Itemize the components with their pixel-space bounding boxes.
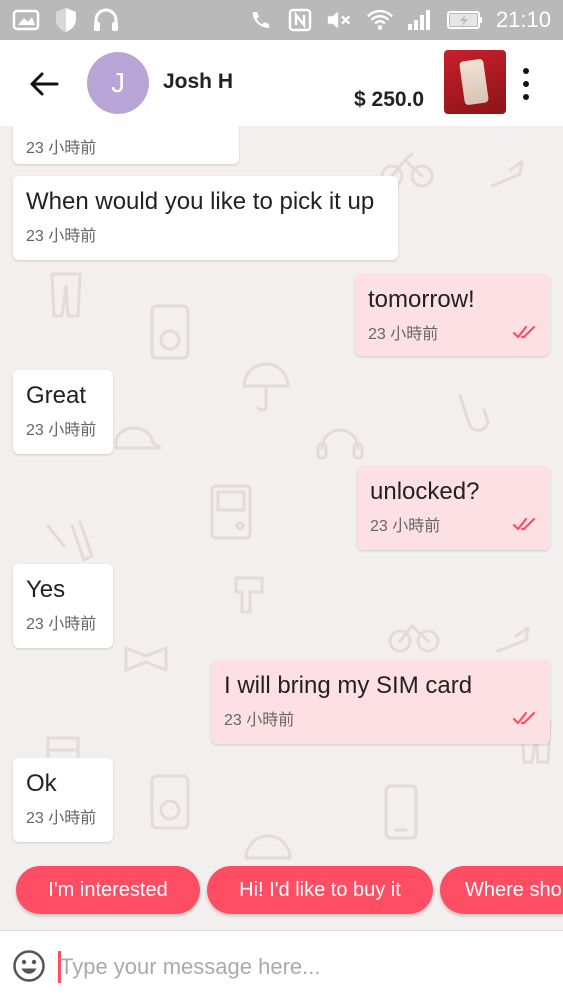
double-check-icon	[512, 517, 536, 531]
message-text: tomorrow!	[368, 286, 475, 313]
message-time: 23 小時前	[26, 228, 97, 245]
message-time: 23 小時前	[26, 616, 97, 633]
message-text: I will bring my SIM card	[224, 672, 473, 699]
wifi-icon	[366, 6, 394, 34]
status-right-icons: 21:10	[246, 6, 551, 34]
emoji-button[interactable]	[12, 949, 46, 983]
message-text: unlocked?	[370, 478, 480, 505]
message-text: Yes	[26, 576, 66, 603]
message-text: Ok	[26, 770, 57, 797]
quick-reply-chip[interactable]: Hi! I'd like to buy it	[207, 866, 433, 914]
message-incoming[interactable]: Ok 23 小時前	[13, 758, 113, 842]
item-price: $ 250.0	[354, 88, 425, 111]
contact-name[interactable]: Josh H	[163, 70, 233, 94]
message-outgoing[interactable]: tomorrow! 23 小時前	[355, 274, 550, 356]
message-text: Great	[26, 382, 87, 409]
quick-reply-chip[interactable]: I'm interested	[16, 866, 200, 914]
double-check-icon	[512, 711, 536, 725]
message-input[interactable]	[60, 947, 540, 987]
message-time: 23 小時前	[224, 712, 295, 729]
status-bar: 21:10	[0, 0, 563, 40]
status-time: 21:10	[495, 7, 551, 32]
signal-icon	[406, 6, 434, 34]
shield-icon	[52, 6, 80, 34]
message-incoming[interactable]: 23 小時前	[13, 126, 239, 164]
product-thumbnail[interactable]	[444, 50, 506, 114]
message-time: 23 小時前	[368, 326, 439, 343]
message-time: 23 小時前	[26, 140, 97, 157]
nfc-icon	[286, 6, 314, 34]
message-incoming[interactable]: Yes 23 小時前	[13, 564, 113, 648]
back-arrow-icon	[30, 72, 59, 96]
battery-icon	[446, 6, 484, 34]
message-text: When would you like to pick it up	[26, 188, 375, 215]
chat-header: J Josh H $ 250.0	[0, 40, 563, 126]
more-vert-icon	[523, 67, 529, 74]
avatar-letter: J	[111, 67, 125, 98]
mute-icon	[326, 6, 354, 34]
message-input-bar	[0, 930, 563, 1000]
headphones-icon	[92, 6, 120, 34]
chat-area[interactable]: 23 小時前 When would you like to pick it up…	[0, 126, 563, 926]
message-outgoing[interactable]: unlocked? 23 小時前	[357, 466, 550, 550]
message-time: 23 小時前	[370, 518, 441, 535]
back-button[interactable]	[24, 66, 64, 102]
phone-call-icon	[246, 6, 274, 34]
message-incoming[interactable]: Great 23 小時前	[13, 370, 113, 454]
emoji-icon	[13, 950, 45, 982]
avatar[interactable]: J	[87, 52, 149, 114]
message-incoming[interactable]: When would you like to pick it up 23 小時前	[13, 176, 398, 260]
status-left-icons	[12, 6, 120, 34]
more-options-button[interactable]	[514, 64, 538, 104]
message-outgoing[interactable]: I will bring my SIM card 23 小時前	[211, 660, 550, 744]
message-time: 23 小時前	[26, 422, 97, 439]
message-time: 23 小時前	[26, 810, 97, 827]
gallery-icon	[12, 6, 40, 34]
quick-replies: I'm interested Hi! I'd like to buy it Wh…	[0, 866, 563, 916]
quick-reply-chip[interactable]: Where sho	[440, 866, 563, 914]
double-check-icon	[512, 325, 536, 339]
